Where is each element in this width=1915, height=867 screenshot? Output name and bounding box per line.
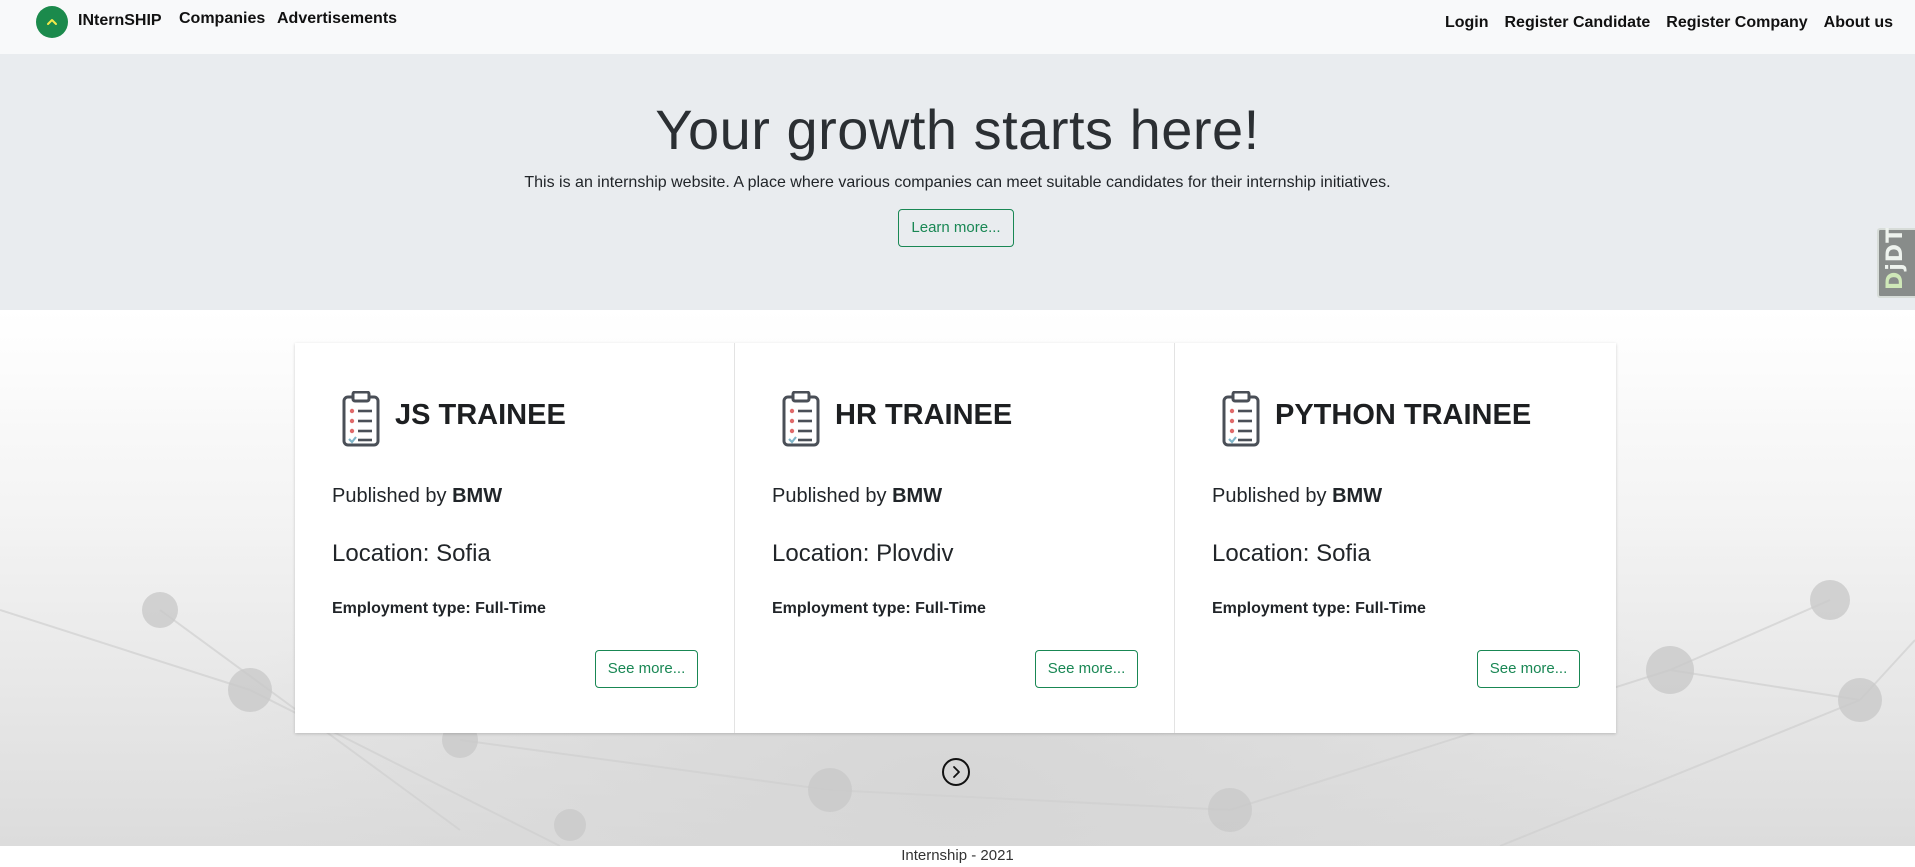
card-title: JS TRAINEE: [395, 399, 566, 431]
nav-companies[interactable]: Companies: [179, 8, 265, 30]
clipboard-checklist-icon: [1222, 391, 1260, 447]
card-published-by: Published by BMW: [1212, 485, 1383, 507]
chevron-right-icon: [953, 766, 960, 778]
footer: Internship - 2021: [0, 846, 1915, 867]
nav-advertisements[interactable]: Advertisements: [277, 8, 397, 30]
hero-lead: This is an internship website. A place w…: [524, 174, 1391, 191]
nav-login[interactable]: Login: [1445, 12, 1489, 34]
nav-right: Login Register Candidate Register Compan…: [1445, 12, 1893, 34]
hero-title: Your growth starts here!: [655, 98, 1260, 161]
learn-more-button[interactable]: Learn more...: [898, 209, 1014, 247]
card-company: BMW: [1332, 485, 1383, 507]
chevron-up-icon: [47, 19, 57, 25]
nav-register-company[interactable]: Register Company: [1666, 12, 1807, 34]
card-location: Location: Sofia: [1212, 540, 1371, 567]
card-employment-type: Employment type: Full-Time: [332, 600, 546, 617]
see-more-button[interactable]: See more...: [1477, 650, 1580, 688]
advertisement-card: HR TRAINEE Published by BMW Location: Pl…: [735, 343, 1175, 733]
advertisement-card: PYTHON TRAINEE Published by BMW Location…: [1175, 343, 1616, 733]
card-company: BMW: [892, 485, 943, 507]
clipboard-checklist-icon: [782, 391, 820, 447]
card-company: BMW: [452, 485, 503, 507]
brand-logo[interactable]: [36, 6, 68, 38]
see-more-button[interactable]: See more...: [1035, 650, 1138, 688]
footer-text: Internship - 2021: [901, 847, 1014, 864]
clipboard-checklist-icon: [342, 391, 380, 447]
carousel-next-button[interactable]: [942, 758, 970, 786]
debug-toolbar-label: DjDT: [1883, 226, 1908, 290]
card-employment-type: Employment type: Full-Time: [1212, 600, 1426, 617]
card-employment-type: Employment type: Full-Time: [772, 600, 986, 617]
advertisement-card: JS TRAINEE Published by BMW Location: So…: [295, 343, 735, 733]
nav-register-candidate[interactable]: Register Candidate: [1504, 12, 1650, 34]
debug-toolbar-handle[interactable]: DjDT: [1877, 226, 1915, 298]
advertisement-carousel: JS TRAINEE Published by BMW Location: So…: [295, 343, 1616, 733]
card-published-by: Published by BMW: [772, 485, 943, 507]
nav-about-us[interactable]: About us: [1824, 12, 1893, 34]
hero-jumbotron: Your growth starts here! This is an inte…: [0, 54, 1915, 310]
card-title: PYTHON TRAINEE: [1275, 399, 1532, 431]
brand-name[interactable]: INternSHIP: [78, 10, 162, 32]
navbar: INternSHIP Companies Advertisements Logi…: [0, 0, 1915, 54]
card-title: HR TRAINEE: [835, 399, 1013, 431]
card-location: Location: Plovdiv: [772, 540, 954, 567]
card-location: Location: Sofia: [332, 540, 491, 567]
card-published-by: Published by BMW: [332, 485, 503, 507]
see-more-button[interactable]: See more...: [595, 650, 698, 688]
